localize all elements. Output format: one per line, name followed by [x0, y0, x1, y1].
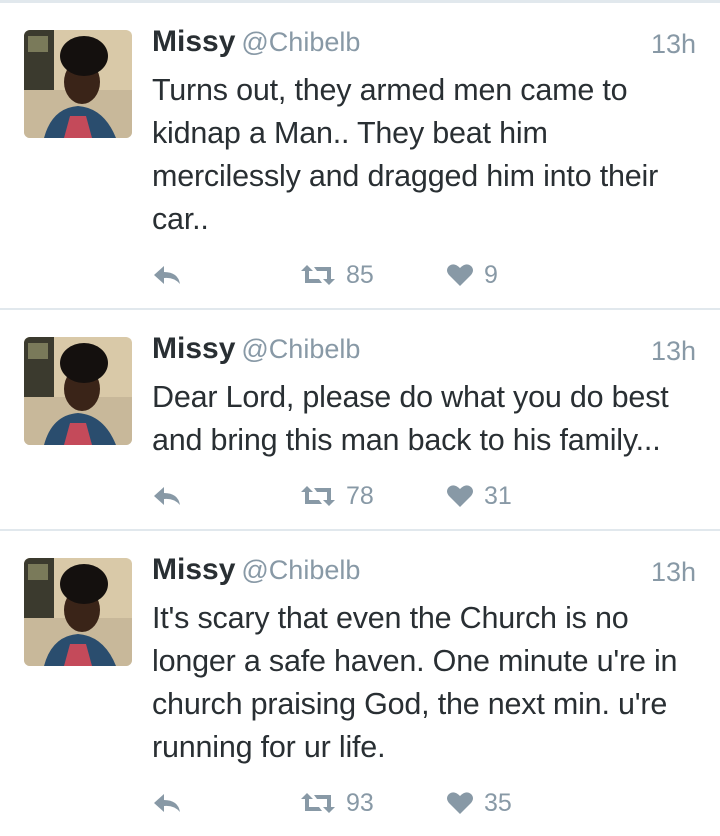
retweet-count: 85	[346, 260, 374, 289]
reply-icon	[152, 484, 182, 508]
tweet[interactable]: Missy @Chibelb 13h It's scary that even t…	[0, 531, 720, 836]
avatar[interactable]	[24, 558, 132, 666]
tweet-text: Turns out, they armed men came to kidnap…	[152, 73, 659, 236]
author-handle[interactable]: @Chibelb	[241, 555, 360, 585]
reply-button[interactable]	[152, 263, 300, 287]
tweet-actions: 93 35	[152, 783, 512, 823]
tweet-text: It's scary that even the Church is no lo…	[152, 601, 678, 764]
reply-icon	[152, 791, 182, 815]
avatar[interactable]	[24, 30, 132, 138]
tweet[interactable]: Missy @Chibelb 13h Dear Lord, please do w…	[0, 310, 720, 531]
reply-button[interactable]	[152, 484, 300, 508]
timestamp[interactable]: 13h	[651, 336, 696, 367]
author-name[interactable]: Missy	[152, 553, 235, 586]
tweet-actions: 85 9	[152, 255, 498, 295]
author-name[interactable]: Missy	[152, 25, 235, 58]
reply-icon	[152, 263, 182, 287]
retweet-button[interactable]: 93	[300, 789, 446, 818]
author-handle[interactable]: @Chibelb	[241, 27, 360, 57]
tweet-text: Dear Lord, please do what you do best an…	[152, 380, 669, 457]
heart-icon	[446, 484, 474, 508]
timestamp[interactable]: 13h	[651, 29, 696, 60]
like-count: 35	[484, 788, 512, 817]
tweet[interactable]: Missy @Chibelb 13h Turns out, they armed …	[0, 3, 720, 310]
retweet-button[interactable]: 85	[300, 261, 446, 290]
retweet-count: 78	[346, 481, 374, 510]
like-count: 9	[484, 260, 498, 289]
heart-icon	[446, 263, 474, 287]
heart-icon	[446, 791, 474, 815]
like-count: 31	[484, 481, 512, 510]
retweet-icon	[300, 263, 336, 287]
like-button[interactable]: 31	[446, 482, 512, 511]
tweet-actions: 78 31	[152, 476, 512, 516]
author-name[interactable]: Missy	[152, 332, 235, 365]
retweet-count: 93	[346, 788, 374, 817]
avatar[interactable]	[24, 337, 132, 445]
author-handle[interactable]: @Chibelb	[241, 334, 360, 364]
retweet-icon	[300, 484, 336, 508]
reply-button[interactable]	[152, 791, 300, 815]
like-button[interactable]: 9	[446, 261, 498, 290]
retweet-button[interactable]: 78	[300, 482, 446, 511]
retweet-icon	[300, 791, 336, 815]
timestamp[interactable]: 13h	[651, 557, 696, 588]
like-button[interactable]: 35	[446, 789, 512, 818]
